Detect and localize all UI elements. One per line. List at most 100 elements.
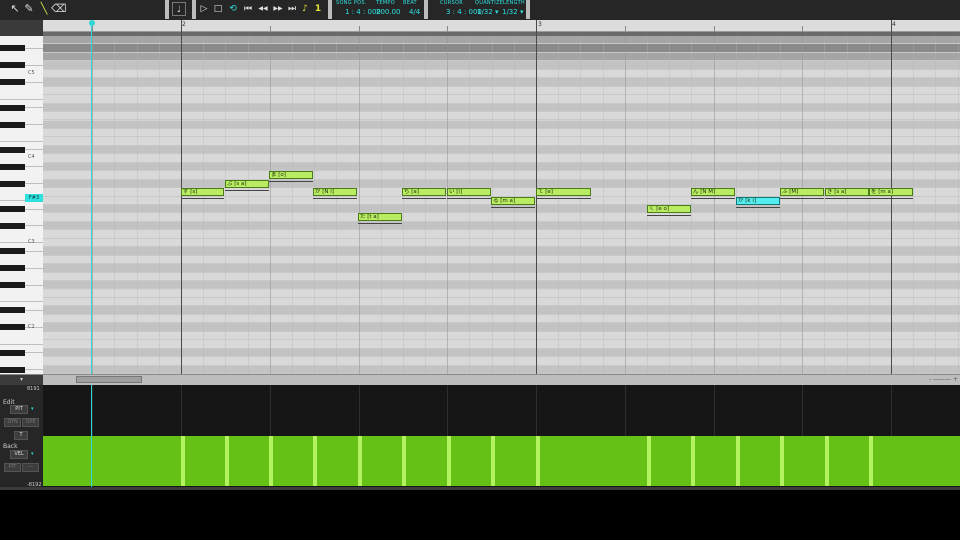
- track-edit-icon[interactable]: ♩: [172, 2, 186, 16]
- black-key[interactable]: [0, 223, 25, 229]
- velocity-marker[interactable]: [225, 436, 229, 486]
- note-block[interactable]: ん [N M]: [691, 188, 735, 196]
- horizontal-scrollbar[interactable]: ▾ - ——— +: [0, 374, 960, 385]
- velocity-marker[interactable]: [736, 436, 740, 486]
- piano-keyboard[interactable]: C5 C4 C3 C2 F#3: [0, 36, 43, 374]
- back-button[interactable]: ◀◀: [256, 3, 270, 15]
- black-key[interactable]: [0, 147, 25, 153]
- play-button[interactable]: ▷: [198, 3, 210, 15]
- note-block[interactable]: ぶ [s a]: [225, 180, 269, 188]
- note-block[interactable]: ち [a]: [402, 188, 446, 196]
- pitch-curve: [181, 196, 224, 199]
- pencil-tool-icon[interactable]: ✎: [22, 2, 36, 16]
- length-select[interactable]: 1/32 ▾: [502, 8, 523, 16]
- black-key[interactable]: [0, 206, 25, 212]
- note-block[interactable]: ま [o]: [269, 171, 313, 179]
- dyn-button[interactable]: DYN: [4, 418, 21, 427]
- tempo-value[interactable]: 200.00: [376, 8, 401, 16]
- black-key[interactable]: [0, 122, 25, 128]
- note-block[interactable]: を [m a]: [869, 188, 913, 196]
- playhead[interactable]: [91, 20, 92, 374]
- stop-button[interactable]: □: [212, 3, 224, 15]
- note-block[interactable]: き [s a]: [825, 188, 869, 196]
- note-grid[interactable]: 2 3 4 ず [s] ぶ [s a] ま [o] が [N i] た [t a] ち […: [43, 20, 960, 374]
- note-block[interactable]: い [i]: [447, 188, 491, 196]
- velocity-marker[interactable]: [825, 436, 829, 486]
- subbeat-line: [336, 36, 337, 374]
- black-key[interactable]: [0, 181, 25, 187]
- end-button[interactable]: ⏭: [286, 3, 298, 15]
- piano-roll-editor: ↖ ✎ ╲ ⌫ ♩ ▷ □ ⟲ ⏮ ◀◀ ▶▶ ⏭ ♪ 1 SONG POS. …: [0, 0, 960, 540]
- pointer-tool-icon[interactable]: ↖: [8, 2, 22, 16]
- note-block[interactable]: て [e]: [536, 188, 591, 196]
- graph-beat-line: [270, 385, 271, 436]
- black-key[interactable]: [0, 248, 25, 254]
- note-block[interactable]: た [t a]: [358, 213, 402, 221]
- note-block[interactable]: ず [s]: [181, 188, 224, 196]
- forward-button[interactable]: ▶▶: [271, 3, 285, 15]
- quantize-select[interactable]: 1/32 ▾: [477, 8, 498, 16]
- zoom-slider[interactable]: - ——— +: [922, 376, 958, 383]
- pitch-curve: [313, 196, 357, 199]
- black-key[interactable]: [0, 105, 25, 111]
- pitch-curve: [691, 196, 735, 199]
- edit-param-arrow-icon[interactable]: ▾: [31, 406, 34, 412]
- black-key[interactable]: [0, 265, 25, 271]
- beat-value[interactable]: 4/4: [409, 8, 420, 16]
- black-key[interactable]: [0, 367, 25, 373]
- black-key[interactable]: [0, 79, 25, 85]
- pitch-curve: [780, 196, 824, 199]
- back-param-arrow-icon[interactable]: ▾: [31, 451, 34, 457]
- black-key[interactable]: [0, 282, 25, 288]
- black-key[interactable]: [0, 45, 25, 51]
- graph-beat-line: [536, 385, 537, 436]
- count-in-icon[interactable]: 1: [313, 3, 323, 15]
- black-key[interactable]: [0, 324, 25, 330]
- octave-label: C3: [28, 239, 35, 245]
- playhead-handle[interactable]: [89, 20, 95, 26]
- parameter-graph[interactable]: [43, 385, 960, 490]
- black-key[interactable]: [0, 350, 25, 356]
- black-key[interactable]: [0, 307, 25, 313]
- velocity-marker[interactable]: [181, 436, 185, 486]
- dash-button[interactable]: ---: [22, 463, 39, 472]
- subbeat-line: [403, 36, 404, 374]
- velocity-marker[interactable]: [869, 436, 873, 486]
- velocity-marker[interactable]: [647, 436, 651, 486]
- pitch-curve: [358, 221, 402, 224]
- velocity-marker[interactable]: [691, 436, 695, 486]
- note-block[interactable]: ふ [M]: [780, 188, 824, 196]
- note-block[interactable]: が [k i]: [736, 197, 780, 205]
- velocity-marker[interactable]: [358, 436, 362, 486]
- velocity-marker[interactable]: [402, 436, 406, 486]
- pit-button[interactable]: PIT: [4, 463, 21, 472]
- scrollbar-thumb[interactable]: [76, 376, 142, 383]
- scroll-menu-icon[interactable]: ▾: [0, 375, 43, 385]
- t-button[interactable]: T: [14, 431, 28, 440]
- loop-button[interactable]: ⟲: [226, 3, 240, 15]
- note-block[interactable]: く [e o]: [647, 205, 691, 213]
- note-block[interactable]: る [m a]: [491, 197, 535, 205]
- velocity-marker[interactable]: [313, 436, 317, 486]
- velocity-marker[interactable]: [269, 436, 273, 486]
- line-tool-icon[interactable]: ╲: [37, 2, 51, 16]
- velocity-marker[interactable]: [447, 436, 451, 486]
- velocity-marker[interactable]: [780, 436, 784, 486]
- back-param-select[interactable]: VEL: [10, 450, 28, 459]
- subbeat-line: [159, 36, 160, 374]
- velocity-marker[interactable]: [491, 436, 495, 486]
- black-key[interactable]: [0, 164, 25, 170]
- octave-label: C5: [28, 70, 35, 76]
- rewind-button[interactable]: ⏮: [242, 3, 254, 15]
- metronome-icon[interactable]: ♪: [300, 3, 310, 15]
- black-key[interactable]: [0, 62, 25, 68]
- ope-button[interactable]: OPE: [22, 418, 39, 427]
- tempo-label: TEMPO: [376, 0, 395, 6]
- note-block[interactable]: が [N i]: [313, 188, 357, 196]
- edit-param-select[interactable]: PIT: [10, 405, 28, 414]
- song-pos-label: SONG POS.: [336, 0, 367, 6]
- velocity-marker[interactable]: [536, 436, 540, 486]
- subbeat-line: [114, 36, 115, 374]
- eraser-tool-icon[interactable]: ⌫: [51, 2, 67, 16]
- octave-label: C4: [28, 154, 35, 160]
